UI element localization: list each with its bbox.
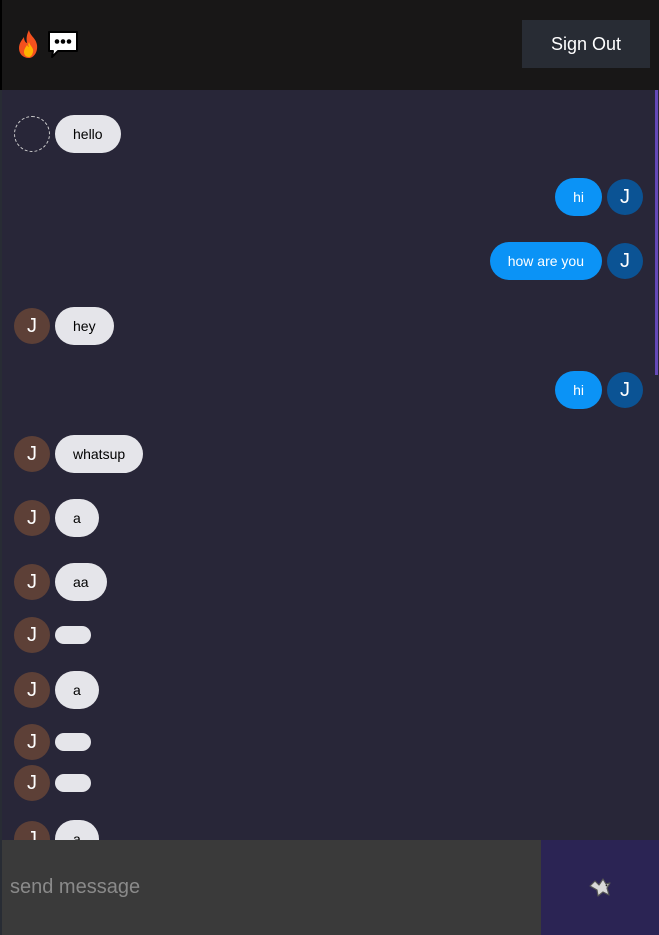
message-bubble: a (55, 671, 99, 709)
avatar: J (14, 765, 50, 801)
avatar: J (14, 617, 50, 653)
message-bubble (55, 626, 91, 644)
message-bubble: aa (55, 563, 107, 601)
message-list[interactable]: hello Jhi Jhow are you Jhey Jhi Jwhatsup Ja Jaa… (2, 90, 659, 840)
message-row: Ja (14, 671, 99, 709)
message-bubble (55, 733, 91, 751)
message-bubble: a (55, 820, 99, 840)
message-input[interactable] (2, 840, 541, 935)
dove-icon (589, 877, 611, 897)
sign-out-button[interactable]: Sign Out (522, 20, 650, 68)
message-row: Ja (14, 820, 99, 840)
chat-app: Sign Out hello Jhi Jhow are you Jhey Jhi Jwha… (0, 0, 659, 935)
avatar: J (14, 821, 50, 840)
app-logo (14, 28, 80, 60)
message-bubble: a (55, 499, 99, 537)
message-composer (2, 840, 659, 935)
scrollbar[interactable] (655, 90, 659, 840)
avatar: J (607, 243, 643, 279)
scrollbar-thumb[interactable] (655, 90, 658, 375)
message-row: Jhow are you (489, 242, 643, 280)
avatar: J (14, 436, 50, 472)
avatar: J (607, 179, 643, 215)
avatar (14, 116, 50, 152)
message-bubble: hello (55, 115, 121, 153)
avatar: J (607, 372, 643, 408)
message-row: J (14, 765, 91, 801)
message-row: J (14, 724, 91, 760)
avatar: J (14, 564, 50, 600)
header: Sign Out (0, 0, 659, 90)
message-bubble: hey (55, 307, 114, 345)
fire-icon (19, 30, 38, 58)
speech-bubble-icon (48, 31, 78, 58)
message-row: hello (14, 115, 121, 153)
message-bubble (55, 774, 91, 792)
send-button[interactable] (541, 840, 659, 935)
message-row: Jhi (555, 371, 643, 409)
avatar: J (14, 308, 50, 344)
message-row: Jhi (555, 178, 643, 216)
message-bubble: how are you (489, 242, 602, 280)
message-row: Jaa (14, 563, 107, 601)
message-bubble: hi (555, 178, 602, 216)
avatar: J (14, 672, 50, 708)
message-row: Jwhatsup (14, 435, 144, 473)
avatar: J (14, 724, 50, 760)
message-row: Ja (14, 499, 99, 537)
message-row: Jhey (14, 307, 114, 345)
message-bubble: hi (555, 371, 602, 409)
message-row: J (14, 617, 91, 653)
message-bubble: whatsup (55, 435, 144, 473)
avatar: J (14, 500, 50, 536)
